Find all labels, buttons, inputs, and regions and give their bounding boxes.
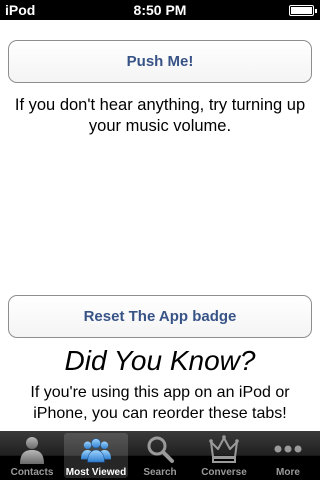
volume-hint-text: If you don't hear anything, try turning … xyxy=(14,96,306,135)
tab-converse[interactable]: Converse xyxy=(192,431,256,480)
magnifier-icon xyxy=(144,434,176,464)
tab-label: Contacts xyxy=(10,467,54,478)
tab-search[interactable]: Search xyxy=(128,431,192,480)
tab-bar: Contacts Most Viewed Search Converse Mor… xyxy=(0,431,320,480)
status-bar: iPod 8:50 PM xyxy=(0,0,320,20)
reset-app-badge-button[interactable]: Reset The App badge xyxy=(8,295,312,338)
clock: 8:50 PM xyxy=(133,2,187,18)
tab-contacts[interactable]: Contacts xyxy=(0,431,64,480)
battery-icon xyxy=(289,5,317,16)
tab-most-viewed[interactable]: Most Viewed xyxy=(64,433,128,478)
did-you-know-title: Did You Know? xyxy=(64,345,256,376)
people-icon xyxy=(80,434,112,464)
tab-label: More xyxy=(276,467,300,478)
push-me-button[interactable]: Push Me! xyxy=(8,40,312,83)
tab-label: Most Viewed xyxy=(65,467,127,478)
person-icon xyxy=(16,434,48,464)
did-you-know-text: If you're using this app on an iPod or i… xyxy=(30,384,290,422)
tab-label: Converse xyxy=(201,467,247,478)
tab-label: Search xyxy=(143,467,177,478)
more-dots-icon xyxy=(272,434,304,464)
crown-icon xyxy=(208,434,240,464)
tab-more[interactable]: More xyxy=(256,431,320,480)
